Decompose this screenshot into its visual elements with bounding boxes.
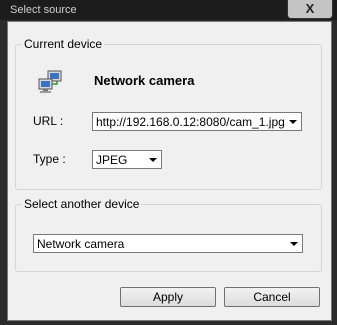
another-device-legend: Select another device [22, 197, 142, 211]
network-computers-icon [38, 70, 62, 93]
close-icon: X [305, 1, 315, 16]
title-bar[interactable]: Select source X [0, 0, 337, 20]
dialog-body: Current device Network camera URL : http… [7, 21, 332, 321]
device-name: Network camera [94, 73, 195, 88]
current-device-group: Current device Network camera URL : http… [15, 37, 322, 190]
chevron-down-icon[interactable] [290, 242, 298, 246]
chevron-down-icon[interactable] [289, 120, 297, 124]
url-combobox[interactable]: http://192.168.0.12:8080/cam_1.jpg [92, 112, 302, 131]
type-value: JPEG [96, 153, 128, 167]
chevron-down-icon[interactable] [149, 158, 157, 162]
device-select-value: Network camera [37, 237, 125, 251]
cancel-button[interactable]: Cancel [224, 287, 320, 307]
another-device-group: Select another device Network camera [15, 197, 322, 272]
select-source-dialog: Select source X Current device Network c… [0, 0, 337, 325]
type-label: Type : [33, 152, 66, 166]
url-label: URL : [33, 114, 64, 128]
type-combobox[interactable]: JPEG [92, 150, 162, 169]
url-value: http://192.168.0.12:8080/cam_1.jpg [96, 115, 285, 129]
current-device-legend: Current device [22, 37, 105, 51]
window-title: Select source [10, 4, 77, 16]
close-button[interactable]: X [287, 0, 333, 19]
apply-button[interactable]: Apply [120, 287, 216, 307]
device-select-combobox[interactable]: Network camera [33, 234, 303, 253]
